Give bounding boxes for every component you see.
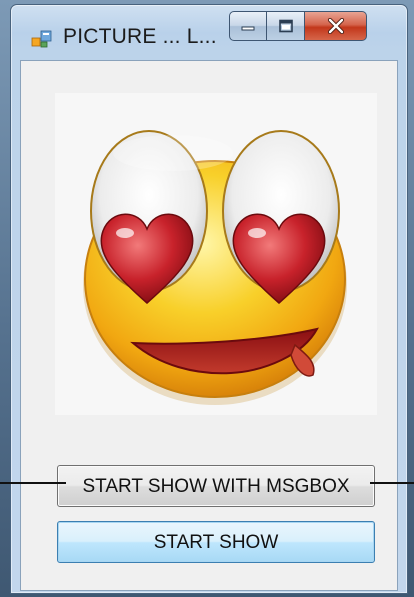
start-show-button[interactable]: START SHOW (57, 521, 375, 563)
start-show-with-msgbox-button[interactable]: START SHOW WITH MSGBOX (57, 465, 375, 507)
maximize-button[interactable] (267, 11, 305, 41)
title-bar[interactable]: PICTURE ... L... (11, 5, 407, 57)
maximize-icon (278, 19, 293, 33)
minimize-button[interactable] (229, 11, 267, 41)
close-button[interactable] (305, 11, 367, 41)
app-icon (31, 30, 52, 48)
picture-box (55, 93, 377, 415)
form-client-area: START SHOW WITH MSGBOX START SHOW (20, 60, 398, 591)
love-emoji-icon (83, 130, 347, 405)
close-icon (327, 18, 344, 34)
right-connector-line (370, 482, 414, 484)
caption-buttons (229, 11, 367, 43)
minimize-icon (241, 26, 255, 31)
app-window: PICTURE ... L... START SHOW WITH MSGBOX … (10, 4, 408, 594)
left-connector-line (0, 482, 66, 484)
window-title: PICTURE ... L... (63, 25, 217, 48)
